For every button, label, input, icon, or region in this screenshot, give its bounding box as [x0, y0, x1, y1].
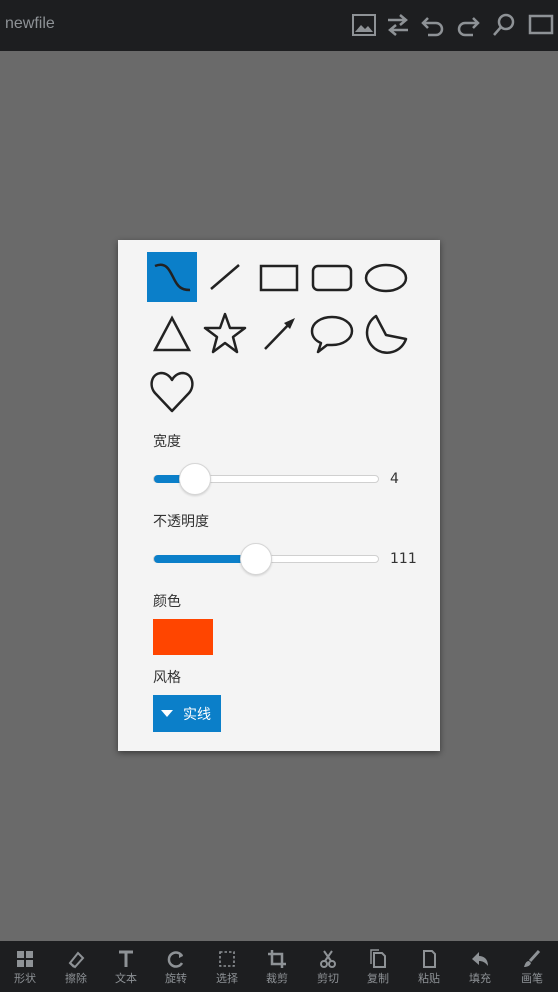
- toolbar-text-button[interactable]: 文本: [101, 941, 151, 992]
- shape-pie-button[interactable]: [361, 309, 411, 359]
- shape-triangle-button[interactable]: [147, 309, 197, 359]
- undo-icon[interactable]: [420, 12, 446, 38]
- rounded-rectangle-icon: [311, 264, 353, 292]
- style-dropdown-value: 实线: [183, 706, 211, 723]
- file-title: newfile: [5, 15, 55, 32]
- toolbar-paste-button[interactable]: 粘贴: [404, 941, 454, 992]
- opacity-slider[interactable]: [153, 543, 379, 575]
- toolbar-fill-button[interactable]: 填充: [455, 941, 505, 992]
- toolbar-label: 画笔: [521, 972, 543, 985]
- text-icon: [119, 950, 133, 967]
- toolbar-label: 粘贴: [418, 972, 440, 985]
- opacity-label: 不透明度: [153, 514, 209, 530]
- bottom-toolbar: 形状 擦除 文本 旋转 选择 裁剪 剪切 复制 粘贴 填充 画笔: [0, 941, 558, 992]
- toolbar-label: 选择: [216, 972, 238, 985]
- shape-speech-bubble-button[interactable]: [307, 309, 357, 359]
- redo-icon[interactable]: [455, 12, 481, 38]
- curve-icon: [154, 263, 191, 292]
- copy-icon: [370, 949, 386, 968]
- toolbar-label: 剪切: [317, 972, 339, 985]
- shape-arrow-button[interactable]: [254, 309, 304, 359]
- toolbar-label: 形状: [14, 972, 36, 985]
- width-value: 4: [390, 471, 399, 487]
- toolbar-shapes-button[interactable]: 形状: [0, 941, 50, 992]
- toolbar-copy-button[interactable]: 复制: [353, 941, 403, 992]
- toolbar-label: 填充: [469, 972, 491, 985]
- shape-star-button[interactable]: [200, 309, 250, 359]
- shape-ellipse-button[interactable]: [361, 252, 411, 302]
- toolbar-scissors-button[interactable]: 剪切: [303, 941, 353, 992]
- line-icon: [210, 264, 240, 290]
- toolbar-label: 文本: [115, 972, 137, 985]
- rotate-icon: [167, 951, 184, 968]
- shape-rectangle-button[interactable]: [254, 252, 304, 302]
- paste-icon: [423, 950, 436, 968]
- toolbar-label: 裁剪: [266, 972, 288, 985]
- width-label: 宽度: [153, 434, 181, 450]
- eraser-icon: [68, 951, 85, 969]
- scissors-icon: [320, 950, 336, 968]
- toolbar-brush-button[interactable]: 画笔: [507, 941, 557, 992]
- speech-bubble-icon: [310, 315, 354, 354]
- fullscreen-icon[interactable]: [528, 12, 554, 38]
- image-icon[interactable]: [351, 12, 377, 38]
- top-bar: newfile: [0, 0, 558, 51]
- shape-line-button[interactable]: [200, 252, 250, 302]
- triangle-icon: [152, 315, 192, 352]
- select-icon: [219, 951, 235, 967]
- opacity-value: 111: [390, 551, 417, 567]
- toolbar-rotate-button[interactable]: 旋转: [151, 941, 201, 992]
- width-slider[interactable]: [153, 463, 379, 495]
- swap-icon[interactable]: [385, 12, 411, 38]
- style-dropdown[interactable]: 实线: [153, 695, 221, 732]
- brush-icon: [524, 949, 541, 967]
- shape-rounded-rectangle-button[interactable]: [307, 252, 357, 302]
- style-label: 风格: [153, 670, 181, 686]
- toolbar-label: 旋转: [165, 972, 187, 985]
- shape-options-panel: 宽度 4 不透明度 111 颜色 风格 实线: [118, 240, 440, 751]
- toolbar-label: 擦除: [65, 972, 87, 985]
- caret-down-icon: [161, 709, 173, 717]
- color-label: 颜色: [153, 594, 181, 610]
- shape-heart-button[interactable]: [147, 366, 197, 416]
- heart-icon: [150, 371, 194, 413]
- zoom-icon[interactable]: [491, 12, 517, 38]
- opacity-slider-thumb[interactable]: [239, 543, 272, 575]
- toolbar-crop-button[interactable]: 裁剪: [252, 941, 302, 992]
- toolbar-eraser-button[interactable]: 擦除: [51, 941, 101, 992]
- star-icon: [203, 312, 247, 354]
- width-slider-thumb[interactable]: [178, 463, 211, 495]
- toolbar-select-button[interactable]: 选择: [202, 941, 252, 992]
- shapes-icon: [17, 951, 33, 967]
- ellipse-icon: [364, 263, 408, 293]
- rectangle-icon: [259, 264, 299, 292]
- toolbar-label: 复制: [367, 972, 389, 985]
- shape-curve-button[interactable]: [147, 252, 197, 302]
- fill-icon: [472, 952, 488, 966]
- pie-icon: [365, 314, 408, 354]
- crop-icon: [268, 950, 286, 968]
- color-swatch[interactable]: [153, 619, 213, 655]
